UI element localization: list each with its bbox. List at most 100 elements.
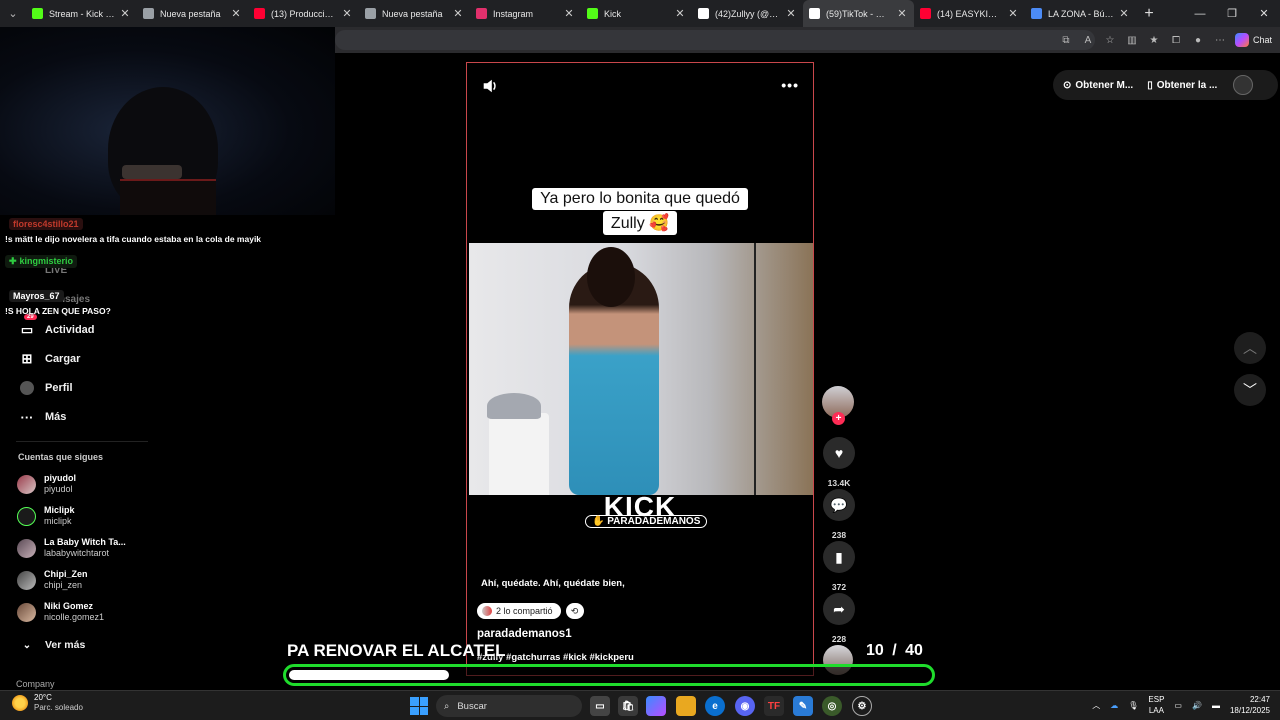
tray-overflow-icon[interactable]: ︿ bbox=[1092, 700, 1100, 711]
tab-strip: ⌄ Stream - Kick Dashb✕Nueva pestaña✕(13)… bbox=[0, 0, 1280, 27]
close-tab-icon[interactable]: ✕ bbox=[674, 7, 686, 20]
favorites-icon[interactable]: ★ bbox=[1143, 30, 1165, 50]
bookmark-icon[interactable]: ▮ bbox=[823, 541, 855, 573]
weather-desc: Parc. soleado bbox=[34, 703, 83, 712]
following-item[interactable]: La Baby Witch Ta... lababywitchtarot bbox=[17, 537, 157, 559]
favorite-star-icon[interactable]: ☆ bbox=[1099, 30, 1121, 50]
microphone-icon[interactable]: 🎙 bbox=[1128, 701, 1138, 710]
previous-video-button[interactable]: ︿ bbox=[1234, 332, 1266, 364]
shared-by: 2 lo compartió ⟲ bbox=[477, 603, 584, 619]
comment-icon[interactable]: 💬 bbox=[823, 489, 855, 521]
new-tab-button[interactable]: + bbox=[1136, 5, 1162, 23]
close-tab-icon[interactable]: ✕ bbox=[119, 7, 131, 20]
save-action[interactable]: ▮ 372 bbox=[822, 541, 856, 592]
browser-tab[interactable]: (13) Producciones le ✕ bbox=[248, 0, 359, 27]
weather-widget[interactable]: 20°C Parc. soleado bbox=[12, 693, 83, 713]
maximize-button[interactable]: ❐ bbox=[1216, 0, 1248, 27]
volume-icon[interactable] bbox=[481, 77, 499, 95]
open-in-app-icon[interactable]: ⧉ bbox=[1055, 30, 1077, 50]
file-explorer-icon[interactable] bbox=[676, 696, 696, 716]
edge-icon[interactable]: e bbox=[705, 696, 725, 716]
browser-tab[interactable]: Stream - Kick Dashb ✕ bbox=[26, 0, 137, 27]
upload-icon: ⊞ bbox=[21, 351, 33, 366]
obs-icon[interactable]: ◎ bbox=[822, 696, 842, 716]
close-tab-icon[interactable]: ✕ bbox=[896, 7, 908, 20]
browser-tab[interactable]: Nueva pestaña ✕ bbox=[359, 0, 470, 27]
tiktok-studio-icon[interactable]: TF bbox=[764, 696, 784, 716]
more-options-icon[interactable]: ••• bbox=[781, 77, 799, 93]
share-action[interactable]: ➦ 228 bbox=[822, 593, 856, 644]
sidebar-item-upload[interactable]: ⊞ Cargar bbox=[18, 350, 148, 368]
browser-menu-icon[interactable]: ⋯ bbox=[1209, 30, 1231, 50]
sidebar-item-more[interactable]: ··· Más bbox=[18, 408, 148, 426]
taskbar-search[interactable]: ⌕ Buscar bbox=[436, 695, 582, 717]
sidebar-item-activity[interactable]: ▭ 29 Actividad bbox=[18, 314, 148, 339]
following-item[interactable]: piyudol piyudol bbox=[17, 473, 157, 495]
task-view-icon[interactable]: ▭ bbox=[590, 696, 610, 716]
onedrive-icon[interactable]: ☁ bbox=[1110, 701, 1118, 710]
company-link[interactable]: Company bbox=[16, 679, 55, 689]
browser-tab[interactable]: Kick ✕ bbox=[581, 0, 692, 27]
battery-icon[interactable]: ▬ bbox=[1212, 701, 1220, 710]
translate-icon[interactable]: A bbox=[1077, 30, 1099, 50]
get-desktop-app-button[interactable]: ⊙ Obtener M... bbox=[1063, 80, 1133, 91]
start-button[interactable] bbox=[410, 697, 428, 715]
sidebar-item-profile[interactable]: Perfil bbox=[18, 379, 148, 397]
copilot-chat-button[interactable]: Chat bbox=[1234, 33, 1272, 47]
close-window-button[interactable]: ✕ bbox=[1248, 0, 1280, 27]
following-item[interactable]: Chipi_Zen chipi_zen bbox=[17, 569, 157, 591]
close-tab-icon[interactable]: ✕ bbox=[563, 7, 575, 20]
heart-icon[interactable]: ♥ bbox=[823, 437, 855, 469]
browser-tab[interactable]: (59)TikTok - Make Yo ✕ bbox=[803, 0, 914, 27]
comment-action[interactable]: 💬 238 bbox=[822, 489, 856, 540]
browser-tab[interactable]: (14) EASYKID - S ✕ bbox=[914, 0, 1025, 27]
shared-pill[interactable]: 2 lo compartió bbox=[477, 603, 561, 619]
follow-plus-icon[interactable]: + bbox=[832, 412, 845, 425]
video-frame bbox=[469, 243, 813, 495]
chat-username-text: kingmisterio bbox=[19, 256, 74, 266]
repost-icon[interactable]: ⟲ bbox=[565, 603, 584, 619]
browser-tab[interactable]: (42)Zullyy (@zullyy_ ✕ bbox=[692, 0, 803, 27]
minimize-button[interactable]: — bbox=[1184, 0, 1216, 27]
clock[interactable]: 22:47 18/12/2025 bbox=[1230, 694, 1270, 716]
split-screen-icon[interactable]: ▥ bbox=[1121, 30, 1143, 50]
close-tab-icon[interactable]: ✕ bbox=[1118, 7, 1130, 20]
close-tab-icon[interactable]: ✕ bbox=[452, 7, 464, 20]
profile-avatar-icon[interactable]: ● bbox=[1187, 30, 1209, 50]
tab-title: (13) Producciones le bbox=[271, 8, 337, 19]
like-action[interactable]: ♥ 13.4K bbox=[822, 437, 856, 488]
user-avatar[interactable] bbox=[1233, 75, 1254, 95]
goal-progress-fill bbox=[289, 670, 449, 680]
close-tab-icon[interactable]: ✕ bbox=[341, 7, 353, 20]
goal-total: / 40 bbox=[892, 642, 923, 659]
volume-tray-icon[interactable]: 🔊 bbox=[1192, 701, 1202, 710]
language-indicator[interactable]: ESP LAA bbox=[1148, 694, 1164, 716]
paint-icon[interactable]: ✎ bbox=[793, 696, 813, 716]
close-tab-icon[interactable]: ✕ bbox=[1007, 7, 1019, 20]
copilot-taskbar-icon[interactable] bbox=[646, 696, 666, 716]
following-item[interactable]: Niki Gomez nicolle.gomez1 bbox=[17, 601, 157, 623]
weather-sun-icon bbox=[12, 695, 28, 711]
app-icon[interactable]: ⚙ bbox=[852, 696, 872, 716]
close-tab-icon[interactable]: ✕ bbox=[230, 7, 242, 20]
see-more-button[interactable]: ⌄ Ver más bbox=[18, 636, 148, 654]
discord-icon[interactable]: ◉ bbox=[735, 696, 755, 716]
tab-actions-menu[interactable]: ⌄ bbox=[0, 0, 26, 27]
share-count: 228 bbox=[831, 634, 847, 644]
browser-tab[interactable]: Instagram ✕ bbox=[470, 0, 581, 27]
video-player[interactable]: ••• Ya pero lo bonita que quedó Zully 🥰 … bbox=[466, 62, 814, 676]
network-icon[interactable]: ▭ bbox=[1174, 701, 1182, 710]
tiktok-icon bbox=[698, 8, 709, 19]
url-field[interactable] bbox=[335, 30, 1095, 50]
store-icon[interactable]: 🛍 bbox=[618, 696, 638, 716]
video-author[interactable]: paradademanos1 bbox=[477, 628, 572, 640]
next-video-button[interactable]: ﹀ bbox=[1234, 374, 1266, 406]
share-icon[interactable]: ➦ bbox=[823, 593, 855, 625]
browser-tab[interactable]: Nueva pestaña ✕ bbox=[137, 0, 248, 27]
browser-tab[interactable]: LA ZONA - Búsqueda ✕ bbox=[1025, 0, 1136, 27]
streamer-eyes bbox=[122, 165, 182, 179]
close-tab-icon[interactable]: ✕ bbox=[785, 7, 797, 20]
get-mobile-app-button[interactable]: ▯ Obtener la ... bbox=[1147, 80, 1217, 91]
extensions-icon[interactable]: ⧠ bbox=[1165, 30, 1187, 50]
following-item[interactable]: Miclipk miclipk bbox=[17, 505, 157, 527]
